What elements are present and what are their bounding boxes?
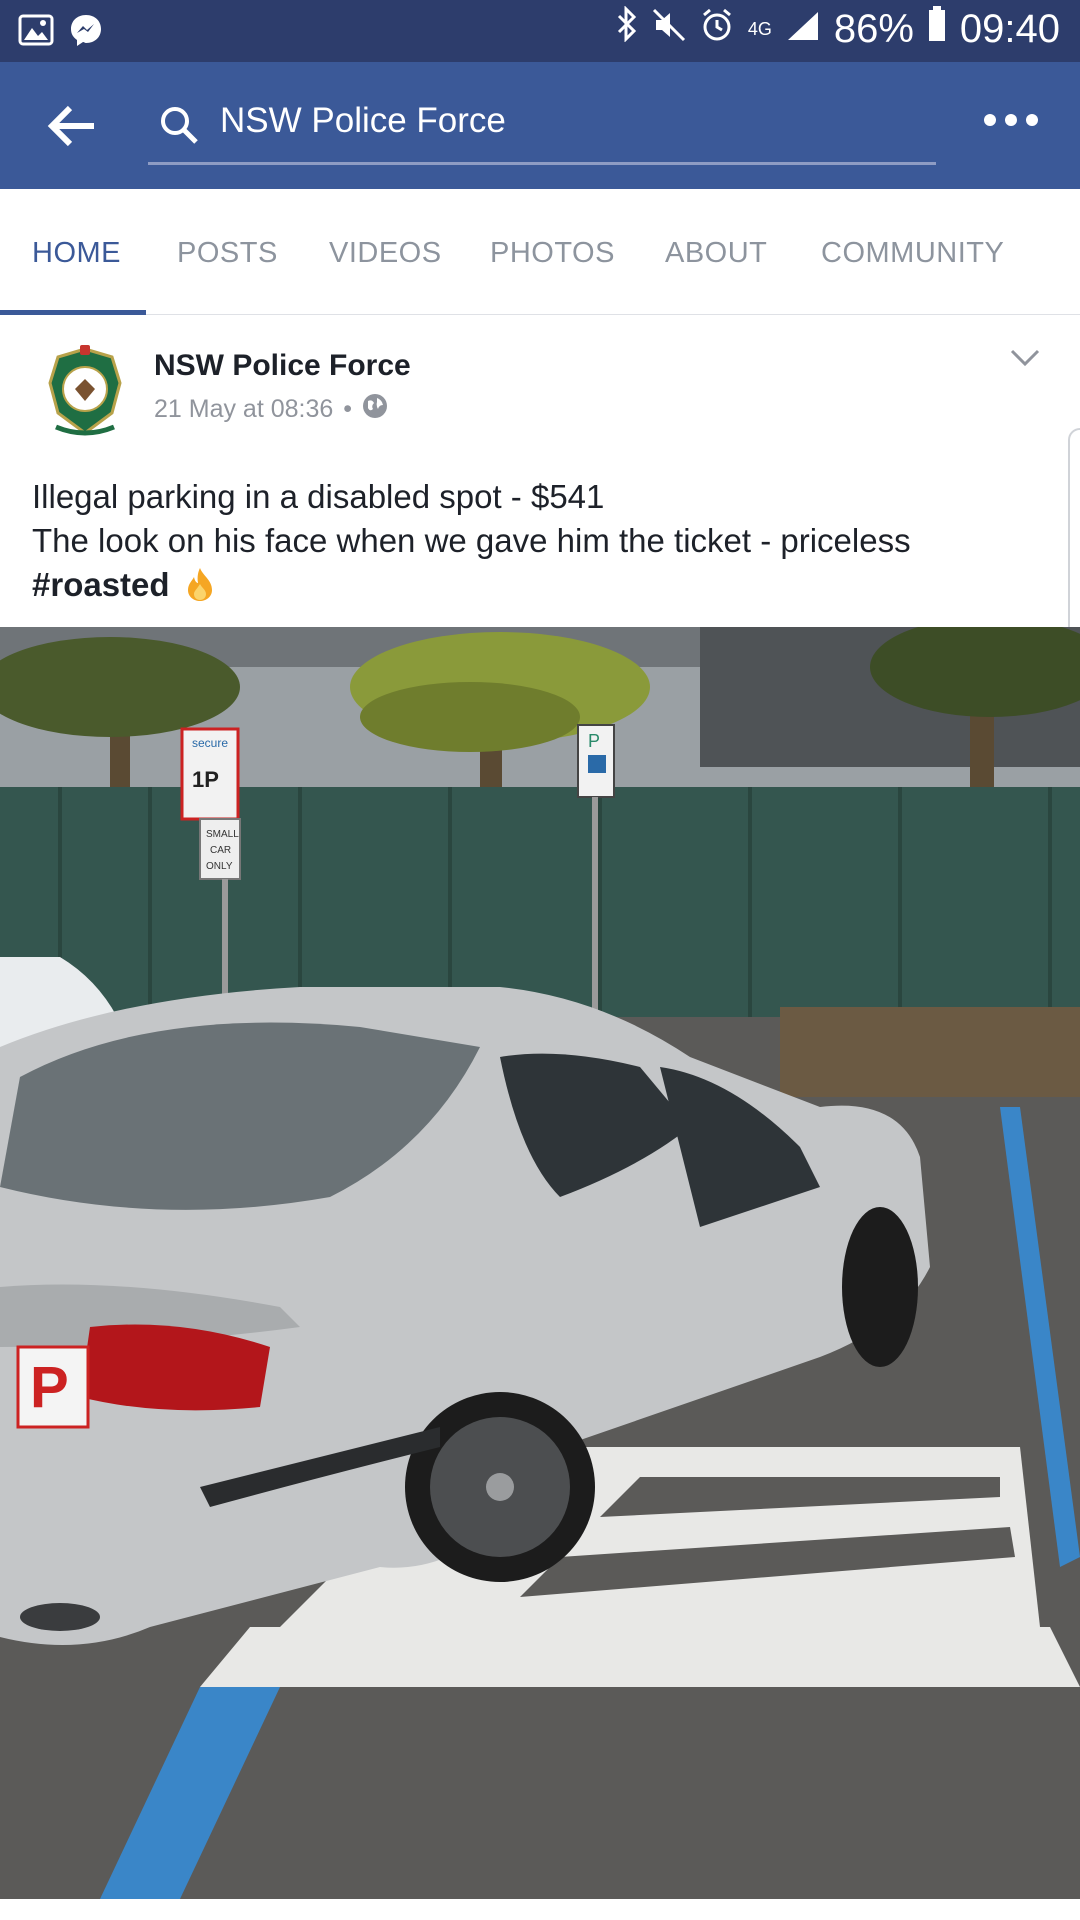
post-timestamp[interactable]: 21 May at 08:36 [154,395,333,424]
post-photo[interactable]: secure 1P SMALL CAR ONLY P P [0,627,1080,1899]
post-meta: 21 May at 08:36 • [154,393,388,426]
clock: 09:40 [959,6,1060,51]
battery-icon [928,6,946,52]
tab-about[interactable]: ABOUT [665,237,767,270]
tab-home[interactable]: HOME [32,237,121,270]
page-tabs: HOME POSTS VIDEOS PHOTOS ABOUT COMMUNITY [0,189,1080,315]
sign-secure: secure [192,736,228,750]
battery-level: 86% [833,6,914,51]
p-plate: P [30,1355,69,1420]
fire-icon [185,566,215,613]
globe-icon [362,393,388,426]
sign-small: SMALL [206,829,239,840]
tab-posts[interactable]: POSTS [177,237,278,270]
sign-car: CAR [210,845,231,856]
search-icon [158,104,200,151]
sign-p: P [588,731,600,751]
network-type: 4G [747,19,772,39]
tab-photos[interactable]: PHOTOS [490,237,615,270]
signal-icon [786,7,820,52]
search-field[interactable]: NSW Police Force [148,82,936,165]
back-arrow-icon[interactable] [44,98,100,154]
chevron-down-icon[interactable] [1010,349,1040,372]
post-text-line: The look on his face when we gave him th… [32,522,911,559]
sign-1p: 1P [192,767,219,792]
sign-only: ONLY [206,861,233,872]
post-text-line: Illegal parking in a disabled spot - $54… [32,478,605,515]
tab-videos[interactable]: VIDEOS [329,237,442,270]
bluetooth-icon [616,5,638,52]
mute-icon [652,7,686,52]
hashtag-link[interactable]: #roasted [32,566,170,603]
messenger-icon [68,12,104,53]
tab-community[interactable]: COMMUNITY [821,237,1004,270]
active-tab-indicator [0,310,146,315]
status-bar: 4G 86% 09:40 [0,0,1080,62]
alarm-icon [700,7,734,52]
avatar[interactable] [42,343,128,441]
gallery-icon [18,14,54,51]
app-header: NSW Police Force [0,62,1080,189]
meta-separator: • [343,395,353,423]
more-icon[interactable] [982,110,1040,130]
search-query: NSW Police Force [220,101,506,140]
post-author[interactable]: NSW Police Force [154,349,411,383]
post-text: Illegal parking in a disabled spot - $54… [32,475,1052,613]
